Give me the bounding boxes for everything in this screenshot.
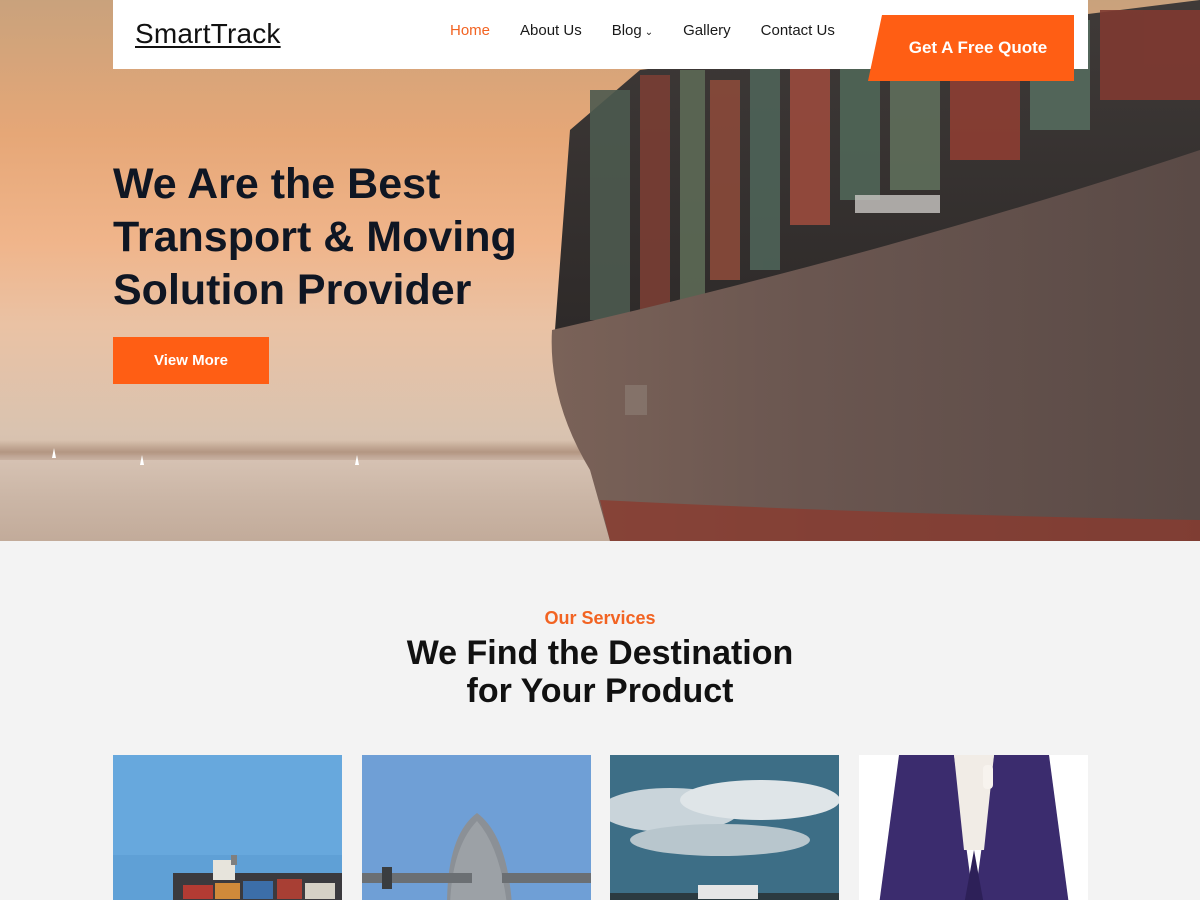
nav-item-about-us[interactable]: About Us [520,22,582,39]
service-card-image[interactable] [113,755,342,900]
chevron-down-icon: ⌄ [644,27,654,38]
view-more-button[interactable]: View More [113,337,269,384]
cargo-airplane-image [362,755,591,900]
hero-title-line: Solution Provider [113,266,472,314]
services-eyebrow: Our Services [544,608,656,628]
services-title-line: for Your Product [466,672,734,710]
service-card-image[interactable] [610,755,839,900]
nav-item-contact-us[interactable]: Contact Us [761,22,835,39]
business-person-image [859,755,1088,900]
service-card-image[interactable] [362,755,591,900]
nav-item-blog-label: Blog [611,22,642,39]
services-section: Our Services We Find the Destination for… [0,541,1200,900]
site-logo[interactable]: SmartTrack [135,18,281,50]
main-nav: Home About Us Blog ⌄ Gallery Contact Us [450,22,865,39]
nav-item-home[interactable]: Home [450,22,490,39]
cargo-ship-port-image [113,755,342,900]
nav-item-blog[interactable]: Blog ⌄ [612,22,653,39]
hero-title: We Are the Best Transport & Moving Solut… [113,158,573,317]
hero-title-line: We Are the Best [113,160,441,208]
hero-title-line: Transport & Moving [113,213,517,261]
nav-item-gallery[interactable]: Gallery [683,22,731,39]
services-title-line: We Find the Destination [406,634,794,672]
truck-clouds-image [610,755,839,900]
services-title: We Find the Destination for Your Product [0,634,1200,710]
get-free-quote-button[interactable]: Get A Free Quote [868,15,1074,81]
service-card-image[interactable] [859,755,1088,900]
